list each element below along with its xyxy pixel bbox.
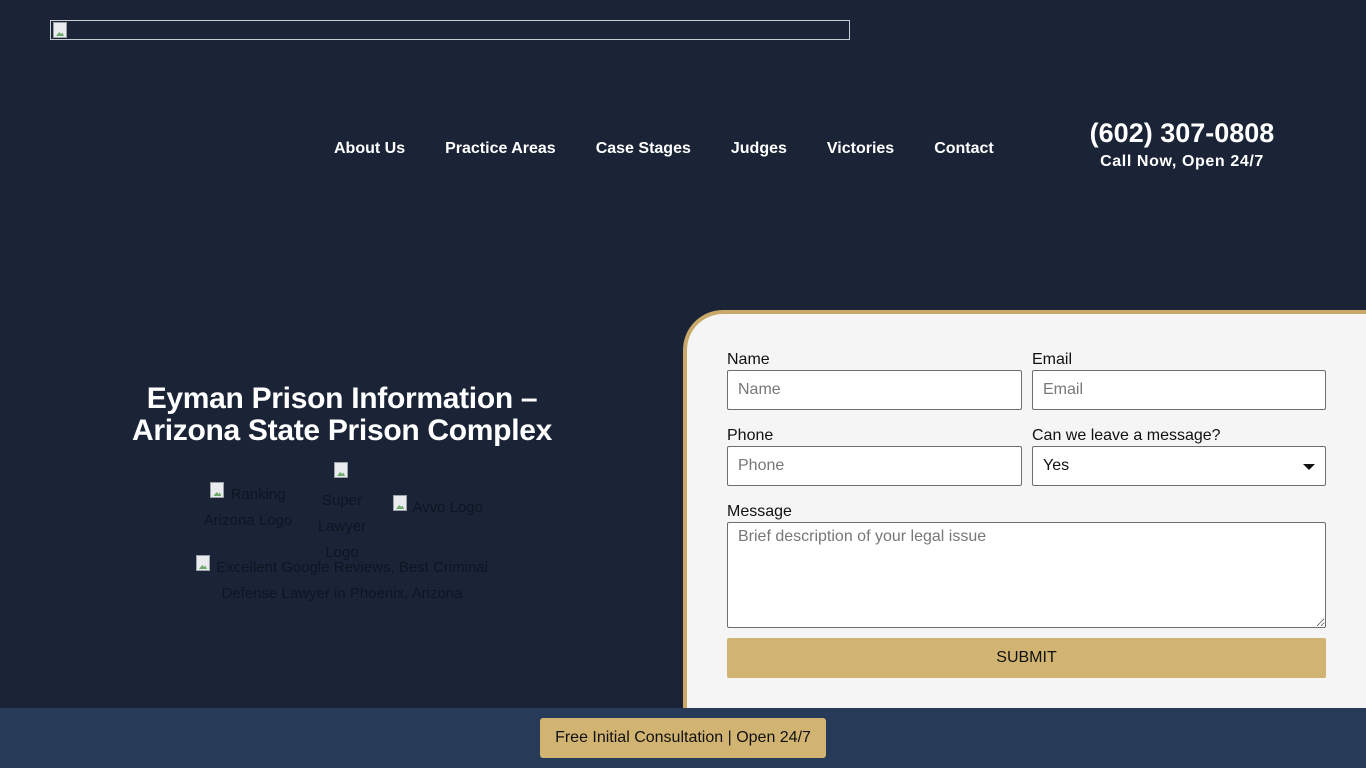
badge-alt-text: Excellent Google Reviews, Best Criminal …: [216, 559, 488, 602]
phone-label: Phone: [727, 427, 774, 444]
super-lawyer-badge: Super Lawyer Logo: [312, 462, 372, 566]
main-nav: About Us Practice Areas Case Stages Judg…: [314, 139, 1014, 159]
nav-case-stages[interactable]: Case Stages: [576, 139, 711, 159]
google-reviews-badge: Excellent Google Reviews, Best Criminal …: [186, 555, 498, 607]
free-consultation-button[interactable]: Free Initial Consultation | Open 24/7: [540, 718, 826, 758]
nav-about-us[interactable]: About Us: [314, 139, 425, 159]
badge-alt-text: Avvo Logo: [412, 499, 483, 516]
submit-button[interactable]: SUBMIT: [727, 638, 1326, 678]
broken-image-icon: [334, 462, 348, 478]
bottom-cta-bar: Free Initial Consultation | Open 24/7: [0, 708, 1366, 768]
nav-contact[interactable]: Contact: [914, 139, 1014, 159]
broken-image-icon: [393, 495, 408, 511]
leave-message-select[interactable]: Yes: [1032, 446, 1326, 486]
broken-image-icon: [210, 482, 225, 498]
name-label: Name: [727, 351, 770, 368]
email-label: Email: [1032, 351, 1073, 368]
name-field[interactable]: [727, 370, 1022, 410]
nav-victories[interactable]: Victories: [807, 139, 914, 159]
ranking-arizona-badge: Ranking Arizona Logo: [196, 482, 300, 534]
avvo-badge: Avvo Logo: [388, 495, 488, 521]
message-label: Message: [727, 503, 792, 520]
leave-message-selected-value: Yes: [1043, 457, 1070, 474]
phone-block: (602) 307-0808 Call Now, Open 24/7: [1064, 117, 1300, 172]
nav-judges[interactable]: Judges: [711, 139, 807, 159]
page-title: Eyman Prison Information – Arizona State…: [131, 382, 553, 447]
phone-cta-text: Call Now, Open 24/7: [1100, 153, 1264, 170]
broken-image-icon: [53, 22, 67, 38]
badge-alt-text: Super Lawyer Logo: [317, 492, 367, 561]
broken-image-icon: [196, 555, 211, 571]
nav-practice-areas[interactable]: Practice Areas: [425, 139, 576, 159]
caret-down-icon: [1303, 464, 1315, 470]
phone-field[interactable]: [727, 446, 1022, 486]
site-logo[interactable]: [50, 20, 850, 40]
message-textarea[interactable]: [727, 522, 1326, 628]
contact-form: Name Email Phone Can we leave a message?…: [683, 310, 1366, 730]
leave-message-label: Can we leave a message?: [1032, 427, 1221, 444]
phone-number-link[interactable]: (602) 307-0808: [1064, 117, 1300, 149]
email-field[interactable]: [1032, 370, 1326, 410]
